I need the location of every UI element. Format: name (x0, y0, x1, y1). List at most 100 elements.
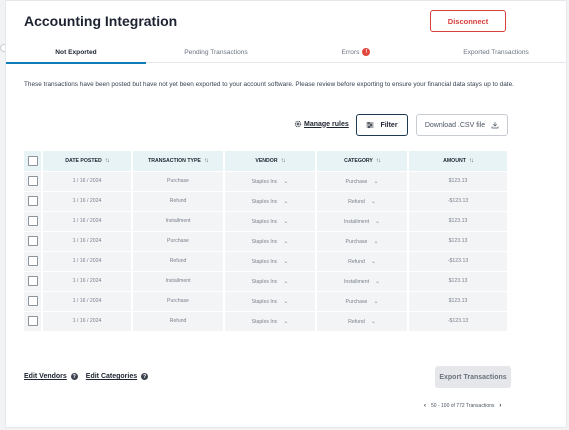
column-header-type[interactable]: TRANSACTION TYPE ↑↓ (132, 151, 225, 171)
date-cell: 1 / 16 / 2024 (42, 270, 133, 291)
type-cell: Purchase (132, 290, 225, 311)
next-page-icon[interactable]: › (499, 403, 501, 409)
sort-icon[interactable]: ↑↓ (469, 158, 474, 164)
table-row: 1 / 16 / 2024 Installment Staples Inc ⌄ Inst… (24, 210, 507, 231)
amount-cell: -$123.13 (408, 190, 507, 211)
table-row: 1 / 16 / 2024 Refund Staples Inc ⌄ Refund ⌄ -$… (24, 310, 507, 331)
download-icon (491, 122, 499, 129)
integration-card: Accounting Integration Disconnect Not Ex… (5, 0, 567, 428)
help-icon[interactable]: ? (70, 373, 78, 380)
date-cell: 1 / 16 / 2024 (42, 190, 133, 211)
select-all-cell (24, 151, 43, 171)
transactions-table: DATE POSTED ↑↓ TRANSACTION TYPE ↑↓ VENDOR ↑… (24, 151, 507, 331)
chevron-down-icon: ⌄ (283, 198, 289, 205)
chevron-down-icon: ⌄ (283, 278, 289, 285)
vendor-select[interactable]: Staples Inc ⌄ (224, 290, 317, 311)
vendor-select[interactable]: Staples Inc ⌄ (224, 250, 317, 271)
column-header-date[interactable]: DATE POSTED ↑↓ (42, 151, 133, 171)
date-cell: 1 / 16 / 2024 (42, 170, 133, 191)
type-cell: Purchase (132, 230, 225, 251)
row-checkbox[interactable] (27, 236, 38, 246)
sliders-icon (366, 121, 374, 129)
vendor-select[interactable]: Staples Inc ⌄ (224, 230, 317, 251)
type-cell: Refund (132, 310, 225, 331)
chevron-down-icon: ⌄ (283, 318, 289, 325)
chevron-down-icon: ⌄ (375, 218, 381, 225)
select-all-checkbox[interactable] (27, 155, 38, 166)
vendor-select[interactable]: Staples Inc ⌄ (224, 170, 317, 191)
amount-cell: -$123.13 (408, 310, 507, 331)
export-transactions-button[interactable]: Export Transactions (435, 366, 511, 388)
chevron-down-icon: ⌄ (283, 218, 289, 225)
date-cell: 1 / 16 / 2024 (42, 230, 133, 251)
category-select[interactable]: Installment ⌄ (316, 270, 409, 291)
row-checkbox[interactable] (27, 176, 38, 186)
sort-icon[interactable]: ↑↓ (204, 158, 209, 164)
category-select[interactable]: Refund ⌄ (316, 190, 409, 211)
edit-vendors-link[interactable]: Edit Vendors (24, 373, 67, 380)
vendor-select[interactable]: Staples Inc ⌄ (224, 310, 317, 331)
chevron-down-icon: ⌄ (370, 198, 376, 205)
filter-button[interactable]: Filter (356, 114, 408, 136)
category-select[interactable]: Purchase ⌄ (316, 290, 409, 311)
row-checkbox[interactable] (27, 216, 38, 226)
vendor-select[interactable]: Staples Inc ⌄ (224, 270, 317, 291)
sort-icon[interactable]: ↑↓ (376, 158, 381, 164)
vendor-select[interactable]: Staples Inc ⌄ (224, 210, 317, 231)
table-row: 1 / 16 / 2024 Refund Staples Inc ⌄ Refund ⌄ -$… (24, 190, 507, 211)
table-row: 1 / 16 / 2024 Purchase Staples Inc ⌄ Purchas… (24, 230, 507, 251)
page-title: Accounting Integration (24, 13, 178, 29)
category-select[interactable]: Refund ⌄ (316, 310, 409, 331)
sort-icon[interactable]: ↑↓ (105, 158, 110, 164)
tab-not-exported[interactable]: Not Exported (6, 41, 146, 64)
row-checkbox[interactable] (27, 256, 38, 266)
row-checkbox[interactable] (27, 276, 38, 286)
pagination: ‹ 50 - 100 of 772 Transactions › (424, 403, 501, 409)
vendor-select[interactable]: Staples Inc ⌄ (224, 190, 317, 211)
disconnect-button[interactable]: Disconnect (430, 10, 506, 32)
date-cell: 1 / 16 / 2024 (42, 310, 133, 331)
category-select[interactable]: Refund ⌄ (316, 250, 409, 271)
previous-page-icon[interactable]: ‹ (424, 403, 426, 409)
category-select[interactable]: Purchase ⌄ (316, 230, 409, 251)
amount-cell: $123.13 (408, 230, 507, 251)
date-cell: 1 / 16 / 2024 (42, 290, 133, 311)
type-cell: Installment (132, 270, 225, 291)
tab-pending-transactions[interactable]: Pending Transactions (146, 41, 286, 63)
column-header-category[interactable]: CATEGORY ↑↓ (316, 151, 409, 171)
column-header-amount[interactable]: AMOUNT ↑↓ (408, 151, 507, 171)
category-select[interactable]: Installment ⌄ (316, 210, 409, 231)
sort-icon[interactable]: ↑↓ (281, 158, 286, 164)
type-cell: Refund (132, 250, 225, 271)
chevron-down-icon: ⌄ (373, 238, 379, 245)
error-badge: ! (362, 48, 371, 56)
table-row: 1 / 16 / 2024 Purchase Staples Inc ⌄ Purchas… (24, 170, 507, 191)
category-select[interactable]: Purchase ⌄ (316, 170, 409, 191)
row-checkbox[interactable] (27, 296, 38, 306)
gear-icon (294, 120, 302, 128)
type-cell: Refund (132, 190, 225, 211)
date-cell: 1 / 16 / 2024 (42, 250, 133, 271)
tab-errors[interactable]: Errors! (286, 41, 426, 63)
date-cell: 1 / 16 / 2024 (42, 210, 133, 231)
chevron-down-icon: ⌄ (283, 178, 289, 185)
table-row: 1 / 16 / 2024 Purchase Staples Inc ⌄ Purchas… (24, 290, 507, 311)
row-checkbox[interactable] (27, 316, 38, 327)
download-csv-button[interactable]: Download .CSV file (416, 114, 508, 136)
table-header-row: DATE POSTED ↑↓ TRANSACTION TYPE ↑↓ VENDOR ↑… (24, 151, 507, 171)
footer-links: Edit Vendors ? Edit Categories ? (24, 373, 156, 380)
description-text: These transactions have been posted but … (24, 81, 514, 88)
chevron-down-icon: ⌄ (370, 258, 376, 265)
tab-exported-transactions[interactable]: Exported Transactions (426, 41, 566, 63)
edit-categories-link[interactable]: Edit Categories (86, 373, 137, 380)
tab-bar: Not Exported Pending Transactions Errors… (6, 41, 566, 64)
help-icon[interactable]: ? (141, 373, 149, 380)
manage-rules-link[interactable]: Manage rules (294, 120, 349, 128)
amount-cell: $123.13 (408, 270, 507, 291)
column-header-vendor[interactable]: VENDOR ↑↓ (224, 151, 317, 171)
row-checkbox[interactable] (27, 196, 38, 206)
amount-cell: $123.13 (408, 290, 507, 311)
amount-cell: -$123.13 (408, 250, 507, 271)
amount-cell: $123.13 (408, 170, 507, 191)
chevron-down-icon: ⌄ (375, 278, 381, 285)
